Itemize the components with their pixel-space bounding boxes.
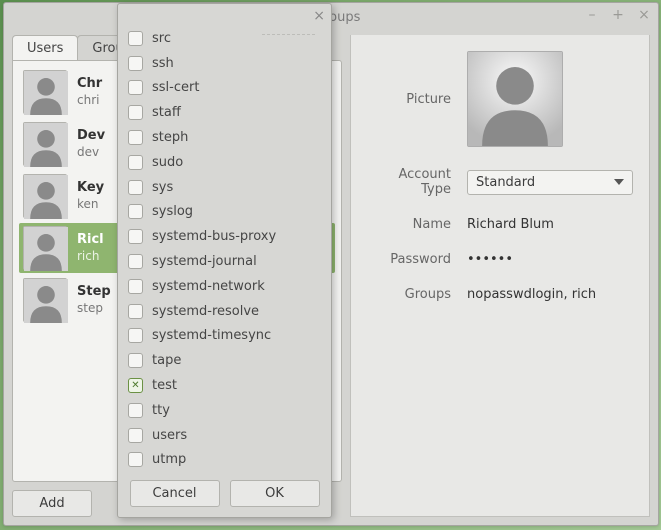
user-display-name: Step: [77, 284, 111, 300]
group-check-item[interactable]: ssh: [128, 51, 321, 76]
checkbox-icon[interactable]: [128, 428, 143, 443]
account-type-label: Account Type: [367, 167, 467, 197]
avatar-icon: [23, 174, 67, 218]
group-name-label: syslog: [152, 204, 193, 219]
dialog-close-icon[interactable]: ×: [313, 9, 325, 23]
account-type-select[interactable]: Standard: [467, 170, 633, 195]
avatar-icon: [23, 122, 67, 166]
avatar-icon: [23, 70, 67, 114]
tab-users[interactable]: Users: [12, 35, 78, 60]
checkbox-icon[interactable]: [128, 204, 143, 219]
checkbox-icon[interactable]: [128, 304, 143, 319]
group-name-label: systemd-bus-proxy: [152, 229, 276, 244]
group-name-label: tty: [152, 403, 170, 418]
minimize-icon[interactable]: –: [584, 7, 600, 23]
group-name-label: sys: [152, 180, 173, 195]
group-name-label: utmp: [152, 452, 186, 467]
user-display-name: Dev: [77, 128, 105, 144]
group-check-item[interactable]: steph: [128, 125, 321, 150]
checkbox-icon[interactable]: [128, 80, 143, 95]
group-name-label: systemd-timesync: [152, 328, 271, 343]
password-label: Password: [367, 252, 467, 267]
picture-label: Picture: [367, 92, 467, 107]
group-check-item[interactable]: systemd-timesync: [128, 324, 321, 349]
user-display-name: Chr: [77, 76, 102, 92]
group-name-label: test: [152, 378, 177, 393]
groups-value[interactable]: nopasswdlogin, rich: [467, 287, 596, 302]
user-display-name: Ricl: [77, 232, 104, 248]
name-value[interactable]: Richard Blum: [467, 217, 554, 232]
checkbox-icon[interactable]: [128, 403, 143, 418]
checkbox-icon[interactable]: [128, 254, 143, 269]
group-name-label: sudo: [152, 155, 183, 170]
group-name-label: ssh: [152, 56, 174, 71]
group-name-label: users: [152, 428, 187, 443]
group-check-item[interactable]: tape: [128, 348, 321, 373]
group-check-item[interactable]: src: [128, 26, 321, 51]
avatar-large[interactable]: [467, 51, 563, 147]
checkbox-icon[interactable]: [128, 328, 143, 343]
group-check-item[interactable]: tty: [128, 398, 321, 423]
checkbox-icon[interactable]: [128, 180, 143, 195]
group-check-list: src ssh ssl-cert staff steph sudo sys sy…: [118, 26, 331, 472]
checkbox-icon[interactable]: [128, 229, 143, 244]
avatar-icon: [23, 278, 67, 322]
separator-line: [262, 34, 315, 35]
user-details-panel: Picture Account Type Standard: [350, 35, 650, 517]
group-check-item[interactable]: systemd-resolve: [128, 299, 321, 324]
user-login-name: chri: [77, 93, 102, 108]
group-name-label: systemd-journal: [152, 254, 257, 269]
group-check-item[interactable]: test: [128, 373, 321, 398]
group-check-item[interactable]: users: [128, 423, 321, 448]
group-check-item[interactable]: ssl-cert: [128, 76, 321, 101]
group-check-item[interactable]: staff: [128, 100, 321, 125]
checkbox-icon[interactable]: [128, 105, 143, 120]
group-check-item[interactable]: sudo: [128, 150, 321, 175]
cancel-button[interactable]: Cancel: [130, 480, 220, 507]
group-name-label: staff: [152, 105, 181, 120]
group-name-label: src: [152, 31, 171, 46]
group-name-label: ssl-cert: [152, 80, 199, 95]
group-name-label: steph: [152, 130, 188, 145]
ok-button[interactable]: OK: [230, 480, 320, 507]
user-login-name: ken: [77, 197, 104, 212]
checkbox-icon[interactable]: [128, 353, 143, 368]
group-name-label: systemd-network: [152, 279, 265, 294]
checkbox-icon[interactable]: [128, 378, 143, 393]
group-check-item[interactable]: sys: [128, 175, 321, 200]
group-check-item[interactable]: systemd-network: [128, 274, 321, 299]
user-login-name: rich: [77, 249, 104, 264]
user-display-name: Key: [77, 180, 104, 196]
add-button[interactable]: Add: [12, 490, 92, 517]
group-name-label: tape: [152, 353, 181, 368]
group-selector-dialog: × src ssh ssl-cert staff steph sudo sys …: [117, 3, 332, 518]
checkbox-icon[interactable]: [128, 279, 143, 294]
group-name-label: systemd-resolve: [152, 304, 259, 319]
name-label: Name: [367, 217, 467, 232]
group-check-item[interactable]: utmp: [128, 448, 321, 472]
checkbox-icon[interactable]: [128, 31, 143, 46]
group-check-item[interactable]: systemd-bus-proxy: [128, 224, 321, 249]
group-check-item[interactable]: systemd-journal: [128, 249, 321, 274]
account-type-value: Standard: [476, 175, 535, 190]
checkbox-icon[interactable]: [128, 56, 143, 71]
groups-label: Groups: [367, 287, 467, 302]
group-check-item[interactable]: syslog: [128, 200, 321, 225]
checkbox-icon[interactable]: [128, 155, 143, 170]
user-login-name: dev: [77, 145, 105, 160]
avatar-icon: [23, 226, 67, 270]
checkbox-icon[interactable]: [128, 452, 143, 467]
password-value[interactable]: ••••••: [467, 252, 513, 267]
checkbox-icon[interactable]: [128, 130, 143, 145]
close-icon[interactable]: ×: [636, 7, 652, 23]
maximize-icon[interactable]: +: [610, 7, 626, 23]
user-login-name: step: [77, 301, 111, 316]
chevron-down-icon: [614, 179, 624, 185]
